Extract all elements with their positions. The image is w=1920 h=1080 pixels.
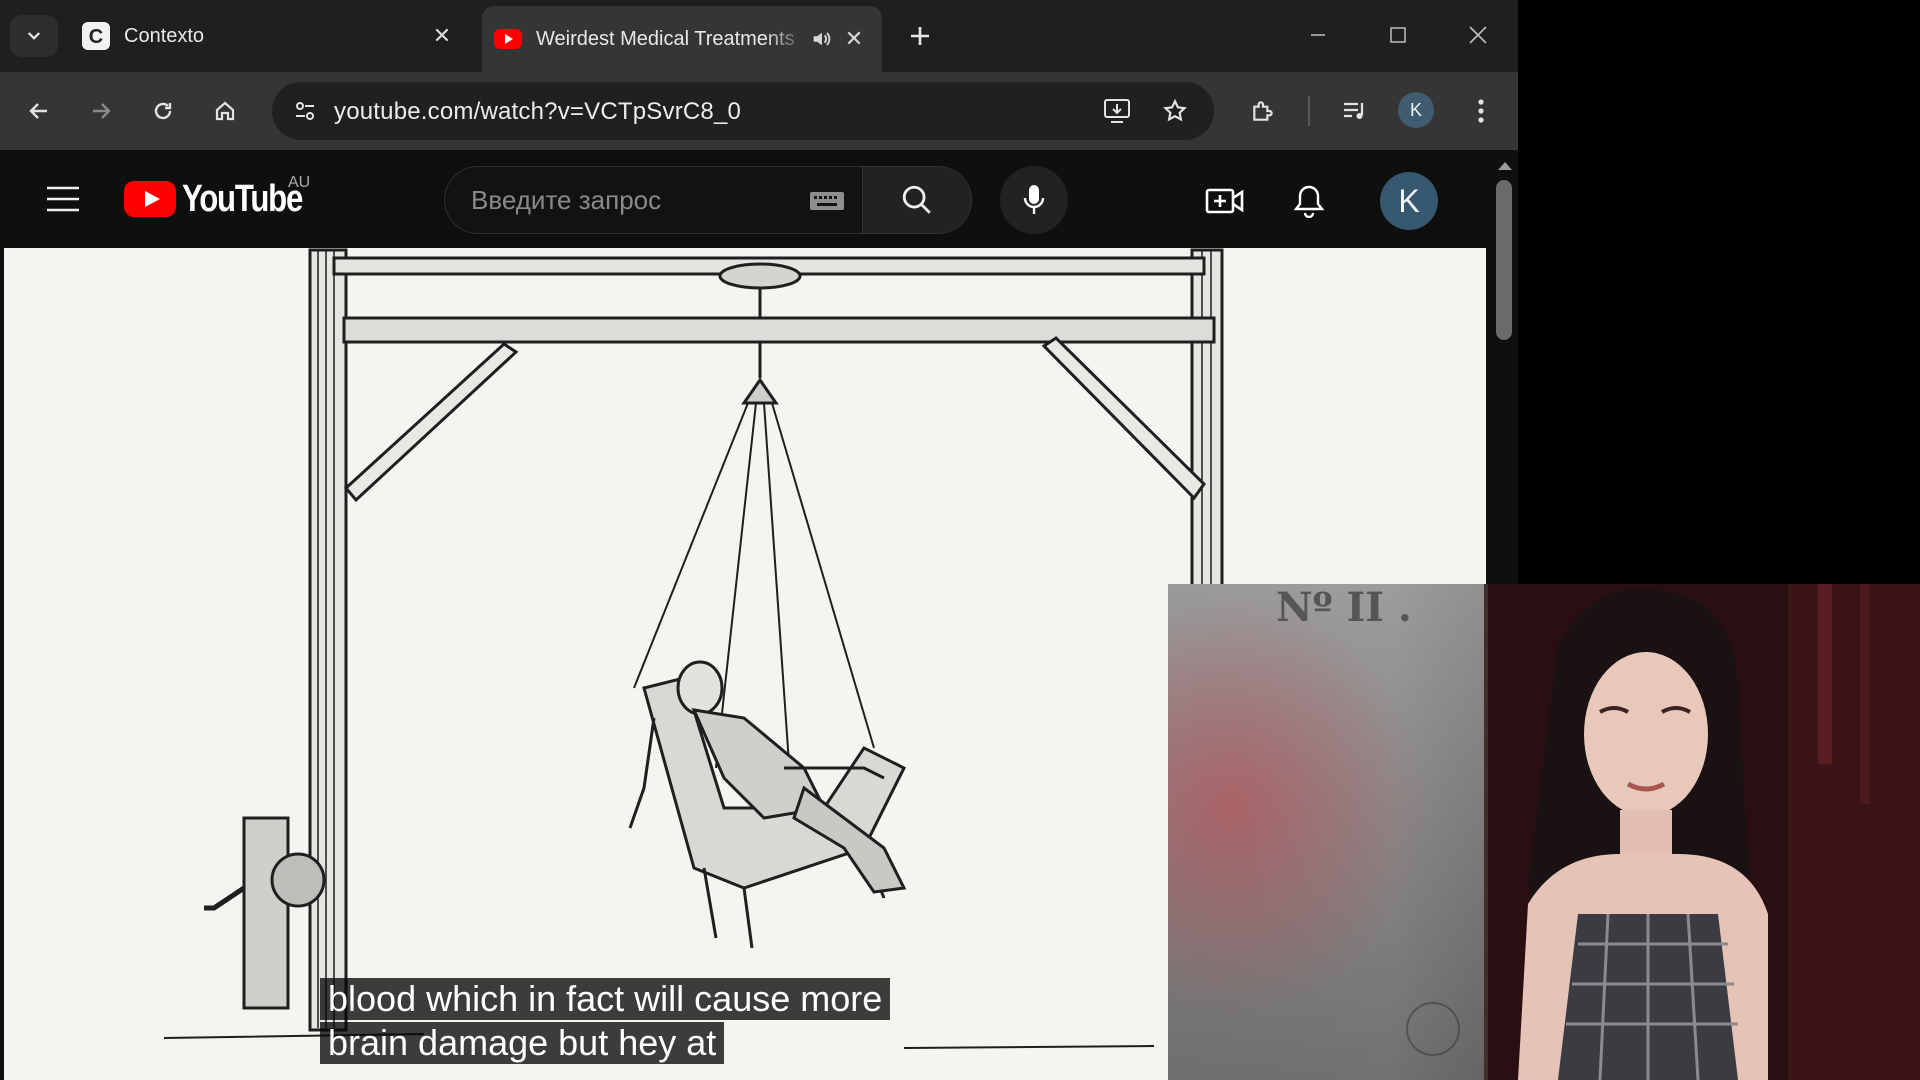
svg-text:C: C	[89, 26, 103, 48]
bell-icon	[1294, 185, 1324, 218]
arrow-right-icon	[93, 103, 111, 119]
media-queue-icon	[1344, 102, 1364, 119]
search-icon	[902, 185, 931, 214]
forward-button[interactable]	[80, 90, 122, 132]
contexto-c-icon: C	[82, 22, 110, 50]
create-button[interactable]	[1202, 178, 1248, 224]
youtube-header: YouTube AU Введите запрос K	[0, 150, 1490, 248]
search-input[interactable]: Введите запрос	[444, 166, 863, 234]
caption-line: brain damage but hey at	[320, 1022, 725, 1064]
tab-contexto[interactable]: C Contexto ✕	[70, 6, 470, 66]
notifications-button[interactable]	[1286, 178, 1332, 224]
media-control-button[interactable]	[1334, 90, 1376, 132]
tab-title: Contexto	[124, 24, 205, 47]
close-icon	[1469, 26, 1487, 44]
puzzle-icon	[1253, 101, 1273, 121]
close-window-button[interactable]	[1448, 14, 1508, 56]
back-button[interactable]	[18, 90, 60, 132]
home-icon	[215, 101, 235, 121]
bookmark-star-icon[interactable]	[1156, 92, 1194, 130]
browser-toolbar: youtube.com/watch?v=VCTpSvrC8_0 K	[0, 72, 1518, 150]
keyboard-icon[interactable]	[809, 189, 845, 213]
tab-youtube-video[interactable]: Weirdest Medical Treatments ✕	[482, 6, 882, 72]
tab-strip: C Contexto ✕ Weirdest Medical Treatments…	[0, 0, 1518, 72]
maximize-button[interactable]	[1368, 14, 1428, 56]
country-code: AU	[288, 174, 311, 191]
youtube-logo-text: YouTube	[182, 177, 303, 220]
chevron-down-icon	[27, 32, 41, 40]
streamer-person-figure	[1488, 584, 1920, 1080]
caption-line: blood which in fact will cause more	[320, 978, 891, 1020]
webcam-overlay: Nº II .	[1168, 584, 1920, 1080]
home-button[interactable]	[204, 90, 246, 132]
install-app-icon[interactable]	[1098, 92, 1136, 130]
browser-profile-avatar[interactable]: K	[1398, 92, 1434, 128]
plus-icon	[911, 27, 929, 45]
address-bar[interactable]: youtube.com/watch?v=VCTpSvrC8_0	[272, 82, 1214, 140]
guide-menu-button[interactable]	[40, 178, 86, 220]
minimize-icon	[1311, 34, 1325, 36]
microphone-icon	[1023, 185, 1045, 214]
tab-search-button[interactable]	[10, 15, 58, 57]
voice-search-button[interactable]	[1000, 166, 1068, 234]
toolbar-divider	[1308, 96, 1310, 126]
new-tab-button[interactable]	[900, 16, 940, 56]
hamburger-menu-icon	[47, 186, 79, 212]
webcam-overlay-text: Nº II .	[1276, 584, 1412, 631]
reload-icon	[154, 102, 172, 120]
scroll-up-arrow-icon[interactable]	[1498, 162, 1512, 170]
minimize-button[interactable]	[1288, 14, 1348, 56]
reload-button[interactable]	[142, 90, 184, 132]
maximize-icon	[1390, 27, 1406, 43]
kebab-menu-icon	[1478, 99, 1484, 123]
close-tab-icon[interactable]: ✕	[836, 21, 872, 57]
tab-title: Weirdest Medical Treatments	[536, 27, 795, 50]
browser-menu-button[interactable]	[1460, 90, 1502, 132]
extensions-button[interactable]	[1242, 90, 1284, 132]
account-avatar[interactable]: K	[1380, 172, 1438, 230]
speaker-icon[interactable]	[806, 28, 836, 50]
arrow-left-icon	[29, 103, 47, 119]
search-button[interactable]	[862, 166, 972, 234]
video-plus-icon	[1205, 188, 1244, 214]
search-placeholder: Введите запрос	[471, 185, 662, 215]
youtube-icon	[494, 25, 522, 53]
youtube-play-icon	[124, 181, 176, 217]
webcam-emoji-sticker	[1406, 1002, 1460, 1056]
site-settings-icon[interactable]	[286, 92, 324, 130]
close-tab-icon[interactable]: ✕	[424, 18, 460, 54]
scroll-thumb[interactable]	[1496, 180, 1512, 340]
caption-window: blood which in fact will cause more brai…	[320, 978, 891, 1066]
url-text[interactable]: youtube.com/watch?v=VCTpSvrC8_0	[334, 98, 741, 126]
